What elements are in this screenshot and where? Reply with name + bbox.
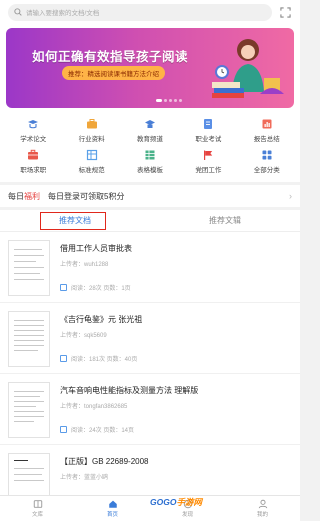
- category-item-all[interactable]: 全部分类: [238, 149, 296, 174]
- nav-item-home[interactable]: 首页: [75, 496, 150, 521]
- chevron-right-icon: ›: [289, 191, 292, 201]
- top-bar: 请输入要搜索的文档/文档: [0, 0, 300, 24]
- document-meta: 阅读：181次 页数：40页: [60, 354, 292, 363]
- file-type-icon: [60, 355, 67, 362]
- document-title: 【正版】GB 22689-2008: [60, 457, 149, 466]
- tab-recommended-docs[interactable]: 推荐文档: [0, 210, 150, 231]
- category-label: 标准规范: [78, 167, 105, 174]
- category-label: 行业资料: [78, 136, 105, 143]
- flag-icon: [204, 150, 213, 160]
- list-item[interactable]: 《吉行龟鉴》元 张光祖 上传者：sqk5609 阅读：181次 页数：40页: [0, 303, 300, 374]
- nav-label: 文库: [31, 512, 43, 518]
- document-thumbnail: [8, 311, 50, 367]
- graduation-cap-icon: [28, 120, 39, 129]
- document-uploader: 上传者：蓝蓝小鸥: [60, 475, 109, 481]
- document-meta: 阅读：24次 页数：14页: [60, 425, 292, 434]
- promo-banner[interactable]: 如何正确有效指导孩子阅读 推荐：精选阅读课书籍方法介绍: [6, 28, 294, 108]
- category-label: 报告总结: [253, 136, 280, 143]
- tab-bar: 推荐文档 推荐文辑: [0, 210, 300, 232]
- mortarboard-icon: [144, 120, 155, 128]
- category-label: 学术论文: [20, 136, 47, 143]
- document-uploader: 上传者：wuh1288: [60, 262, 109, 268]
- welfare-heading: 每日福利: [8, 191, 40, 202]
- search-icon: [14, 8, 22, 16]
- category-label: 职业考试: [195, 136, 222, 143]
- category-item-party[interactable]: 党团工作: [179, 149, 237, 174]
- category-label: 全部分类: [253, 167, 280, 174]
- user-icon: [258, 499, 267, 509]
- category-item-education[interactable]: 教育频道: [121, 118, 179, 143]
- category-item-standards[interactable]: 标准规范: [62, 149, 120, 174]
- gogo-watermark-logo: GOGO手游网: [150, 496, 202, 508]
- document-stats: 阅读：181次 页数：40页: [71, 357, 138, 363]
- nav-item-library[interactable]: 文库: [0, 496, 75, 521]
- document-stats: 阅读：28次 页数：1页: [71, 286, 131, 292]
- search-placeholder: 请输入要搜索的文档/文档: [26, 10, 100, 17]
- tab-label: 推荐文辑: [209, 216, 241, 225]
- scan-button[interactable]: [278, 5, 292, 19]
- nav-label: 发现: [181, 512, 193, 518]
- category-grid: 学术论文 行业资料 教育频道 职业考试 报告总结 职场求职 标准规范 表格模板 …: [0, 112, 300, 182]
- category-label: 职场求职: [20, 167, 47, 174]
- scan-icon: [279, 6, 291, 18]
- category-item-templates[interactable]: 表格模板: [121, 149, 179, 174]
- tab-recommended-collections[interactable]: 推荐文辑: [150, 210, 300, 231]
- document-uploader: 上传者：tongfan3862685: [60, 404, 128, 410]
- banner-container: 如何正确有效指导孩子阅读 推荐：精选阅读课书籍方法介绍: [0, 24, 300, 112]
- file-type-icon: [60, 284, 67, 291]
- document-stats: 阅读：24次 页数：14页: [71, 428, 135, 434]
- list-item[interactable]: 借用工作人员审批表 上传者：wuh1288 阅读：28次 页数：1页: [0, 232, 300, 303]
- mother-child-reading-illustration: [212, 39, 284, 98]
- category-label: 教育频道: [136, 136, 163, 143]
- document-thumbnail: [8, 240, 50, 296]
- category-label: 表格模板: [136, 167, 163, 174]
- highlight-box: [40, 212, 106, 230]
- category-item-report[interactable]: 报告总结: [238, 118, 296, 143]
- category-item-job[interactable]: 职场求职: [4, 149, 62, 174]
- report-icon: [262, 119, 272, 129]
- banner-subtitle: 推荐：精选阅读课书籍方法介绍: [62, 66, 165, 80]
- home-icon: [108, 500, 117, 508]
- briefcase-icon: [86, 119, 97, 129]
- grid-icon: [262, 150, 272, 160]
- banner-title: 如何正确有效指导孩子阅读: [32, 50, 189, 64]
- welfare-prefix: 每日: [8, 191, 24, 201]
- table-icon: [145, 150, 155, 160]
- list-item[interactable]: 汽车音响电性能指标及测量方法 理解版 上传者：tongfan3862685 阅读…: [0, 374, 300, 445]
- document-thumbnail: [8, 382, 50, 438]
- document-title: 《吉行龟鉴》元 张光祖: [60, 315, 143, 324]
- document-title: 汽车音响电性能指标及测量方法 理解版: [60, 386, 199, 395]
- welfare-text: 每日登录可领取5积分: [48, 191, 125, 201]
- category-item-exam[interactable]: 职业考试: [179, 118, 237, 143]
- job-icon: [28, 149, 39, 160]
- document-uploader: 上传者：sqk5609: [60, 333, 107, 339]
- nav-label: 首页: [106, 512, 118, 518]
- welfare-highlight: 福利: [24, 191, 40, 201]
- category-item-industry[interactable]: 行业资料: [62, 118, 120, 143]
- watermark-part-b: 手游网: [176, 497, 202, 507]
- category-item-academic[interactable]: 学术论文: [4, 118, 62, 143]
- document-list: 借用工作人员审批表 上传者：wuh1288 阅读：28次 页数：1页 《吉行龟鉴…: [0, 232, 300, 516]
- document-title: 借用工作人员审批表: [60, 244, 132, 253]
- search-input[interactable]: 请输入要搜索的文档/文档: [8, 3, 272, 21]
- daily-welfare-bar[interactable]: 每日福利 每日登录可领取5积分 ›: [0, 185, 300, 207]
- ruler-icon: [86, 149, 97, 161]
- library-icon: [33, 500, 42, 508]
- category-label: 党团工作: [195, 167, 222, 174]
- banner-pagination: [156, 99, 182, 102]
- nav-item-mine[interactable]: 我的: [225, 496, 300, 521]
- exam-icon: [204, 119, 213, 129]
- document-meta: 阅读：28次 页数：1页: [60, 283, 292, 292]
- nav-label: 我的: [256, 512, 268, 518]
- watermark-part-a: GOGO: [150, 497, 177, 507]
- file-type-icon: [60, 426, 67, 433]
